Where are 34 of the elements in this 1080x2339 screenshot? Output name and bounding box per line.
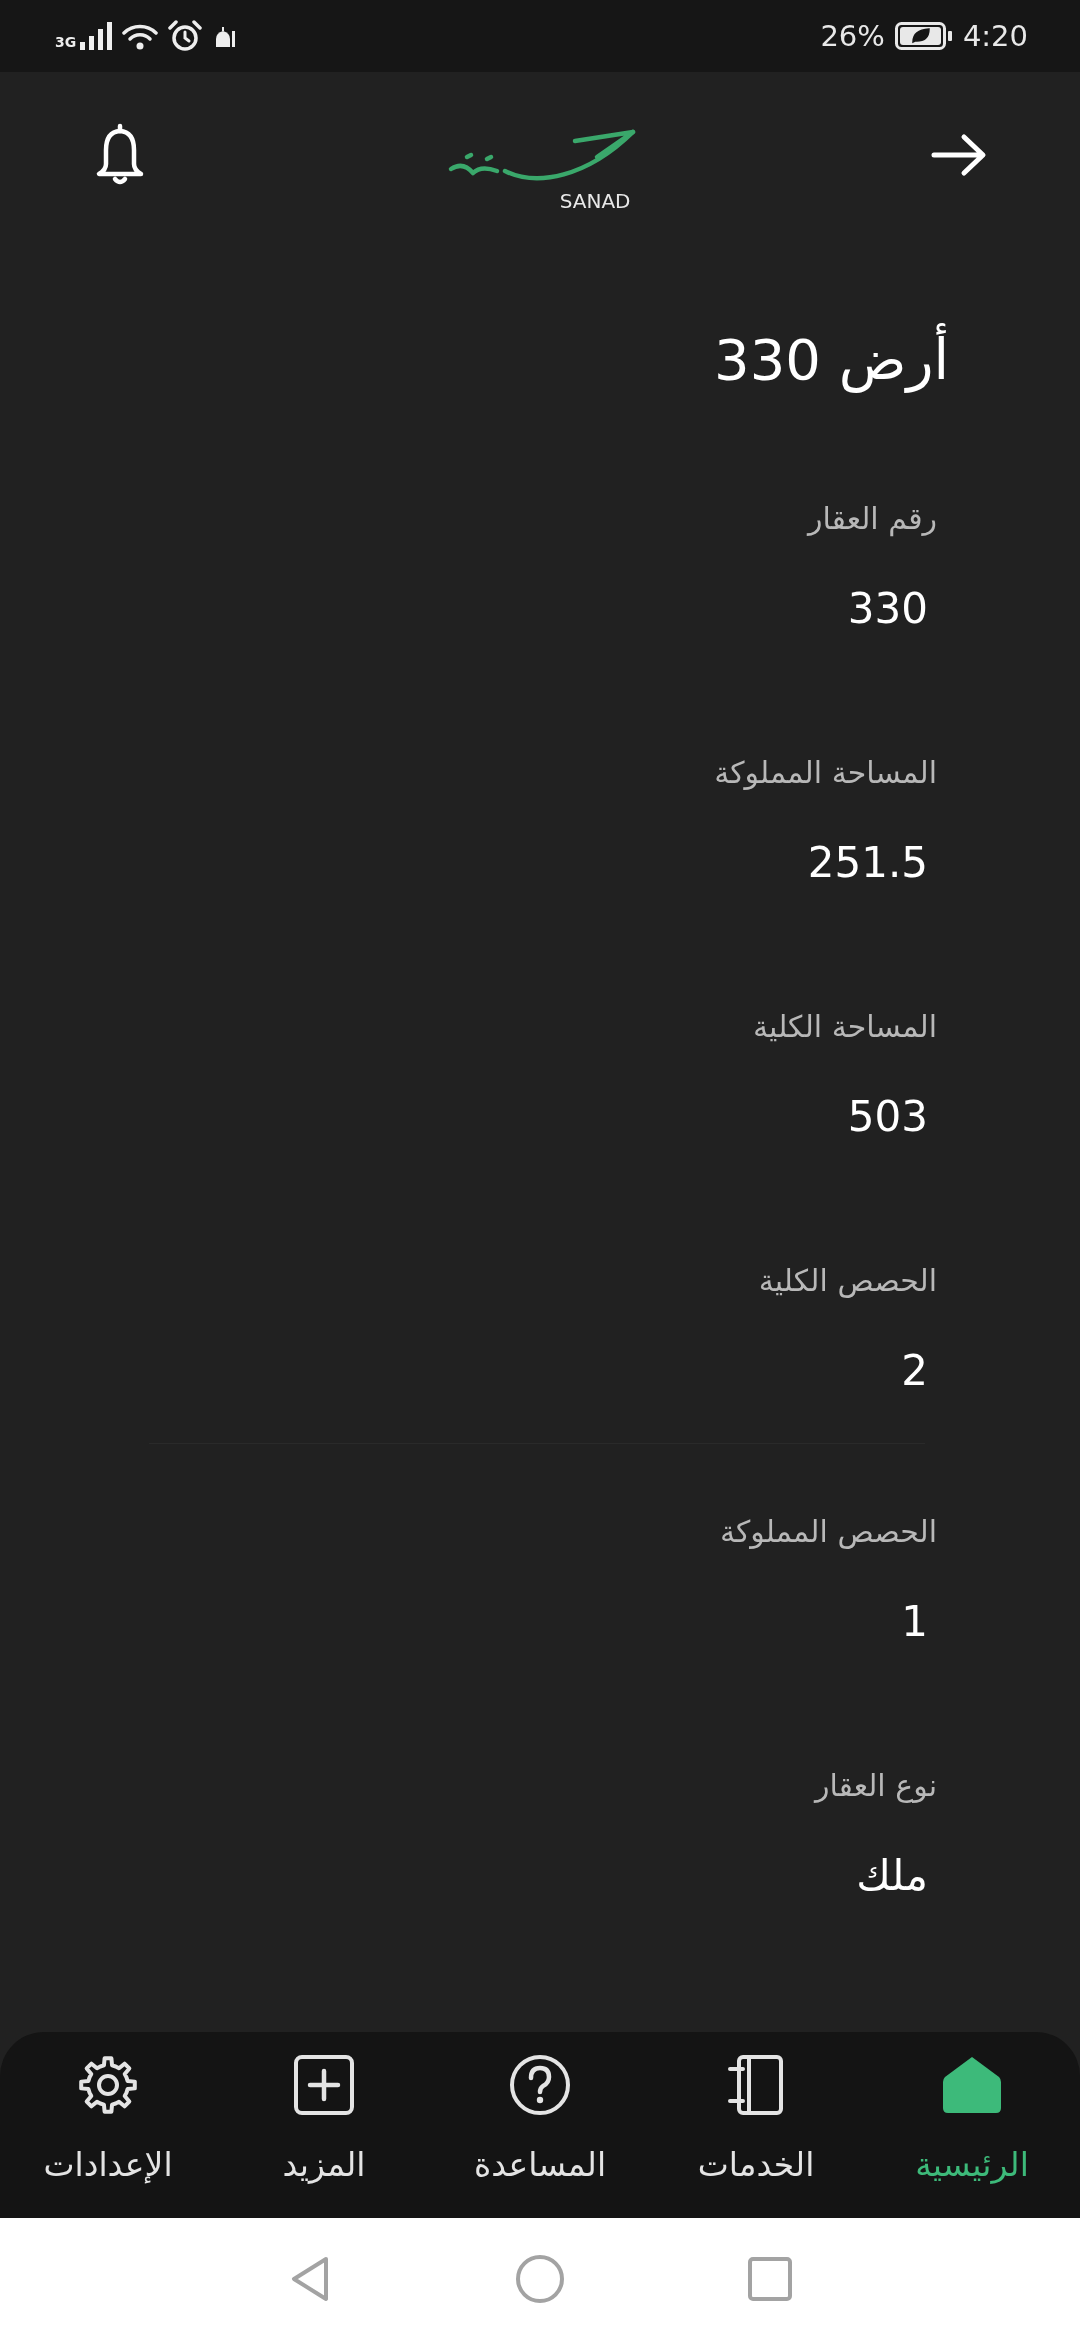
nav-tab[interactable]: المزيد	[216, 2032, 432, 2218]
home-circle-icon[interactable]	[515, 2253, 565, 2304]
back-icon[interactable]	[290, 2254, 330, 2303]
field-value: 503	[847, 1091, 928, 1143]
recent-apps-icon[interactable]	[748, 2256, 792, 2301]
field-value: 251.5	[807, 837, 928, 889]
field-value: ملك	[856, 1850, 928, 1902]
field-value: 1	[901, 1596, 928, 1648]
field-label: المساحة المملوكة	[714, 754, 937, 792]
settings-icon	[77, 2054, 139, 2116]
back-arrow-icon[interactable]	[930, 133, 988, 177]
field-value: 330	[847, 583, 928, 635]
add-box-icon	[293, 2054, 355, 2116]
field-label: الحصص الكلية	[758, 1262, 937, 1300]
field-label: رقم العقار	[807, 500, 937, 539]
clock-time: 4:20	[962, 19, 1028, 53]
help-icon	[509, 2054, 571, 2116]
field-value: 2	[901, 1345, 928, 1397]
home-icon	[941, 2054, 1003, 2116]
field-label: الحصص المملوكة	[719, 1513, 937, 1551]
network-type: 3G	[55, 34, 77, 50]
logo-text: SANAD	[559, 189, 631, 213]
nav-tab[interactable]: الإعدادات	[0, 2032, 216, 2218]
battery-percent: 26%	[820, 19, 885, 53]
battery-icon	[894, 22, 953, 50]
nav-tab[interactable]: الرئيسية	[864, 2032, 1080, 2218]
page-title: أرض 330	[714, 325, 949, 395]
signal-icon	[80, 22, 113, 50]
field-label: نوع العقار	[814, 1767, 937, 1805]
nav-tab[interactable]: المساعدة	[432, 2032, 648, 2218]
wifi-icon	[122, 22, 159, 50]
alarm-clock-icon	[168, 20, 203, 52]
nav-tab[interactable]: الخدمات	[648, 2032, 864, 2218]
field-label: المساحة الكلية	[753, 1008, 937, 1046]
